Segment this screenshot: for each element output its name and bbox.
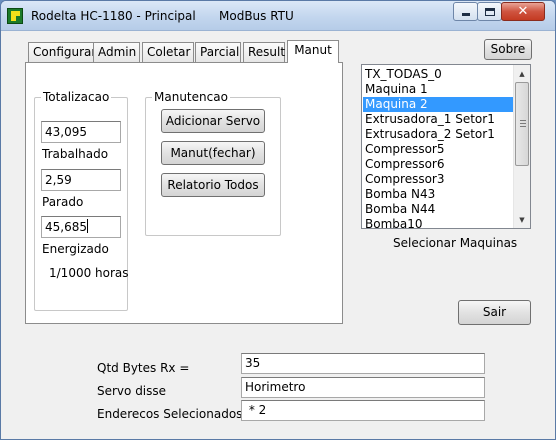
manutencao-group: Manutencao Adicionar Servo Manut(fechar)… bbox=[145, 90, 281, 236]
energizado-field[interactable]: 45,685 bbox=[41, 216, 121, 238]
list-item[interactable]: Compressor5 bbox=[363, 142, 514, 157]
select-machines-caption: Selecionar Maquinas bbox=[393, 236, 518, 250]
list-item[interactable]: Extrusadora_1 Setor1 bbox=[363, 112, 514, 127]
manutencao-legend: Manutencao bbox=[152, 90, 230, 104]
tab-parcial[interactable]: Parcial bbox=[195, 42, 241, 62]
servo-disse-label: Servo disse bbox=[97, 384, 167, 398]
servo-disse-field[interactable]: Horimetro bbox=[241, 377, 485, 398]
machines-listbox[interactable]: TX_TODAS_0 Maquina 1 Maquina 2 Extrusado… bbox=[361, 64, 531, 232]
tab-result[interactable]: Result bbox=[243, 42, 285, 62]
relatorio-todos-button[interactable]: Relatorio Todos bbox=[161, 173, 265, 197]
tab-admin[interactable]: Admin bbox=[93, 42, 140, 62]
minimize-icon bbox=[461, 13, 470, 16]
qtd-bytes-field[interactable]: 35 bbox=[241, 353, 485, 374]
sair-button[interactable]: Sair bbox=[458, 300, 531, 325]
units-note: 1/1000 horas bbox=[49, 266, 129, 280]
list-item[interactable]: Compressor3 bbox=[363, 172, 514, 187]
list-item[interactable]: Maquina 1 bbox=[363, 82, 514, 97]
window-subtitle: ModBus RTU bbox=[219, 9, 294, 23]
scroll-down-arrow-icon[interactable]: ▼ bbox=[514, 211, 530, 228]
minimize-button[interactable] bbox=[453, 2, 478, 21]
list-item[interactable]: TX_TODAS_0 bbox=[363, 67, 514, 82]
list-scrollbar[interactable]: ▲ ▼ bbox=[513, 65, 530, 228]
manut-fechar-button[interactable]: Manut(fechar) bbox=[161, 141, 265, 165]
parado-label: Parado bbox=[42, 195, 84, 209]
totalizacao-group: Totalizacao 43,095 Trabalhado 2,59 Parad… bbox=[34, 90, 129, 311]
adicionar-servo-button[interactable]: Adicionar Servo bbox=[161, 109, 265, 133]
qtd-bytes-label: Qtd Bytes Rx = bbox=[97, 361, 190, 375]
scroll-up-arrow-icon[interactable]: ▲ bbox=[514, 65, 530, 82]
app-icon[interactable] bbox=[7, 8, 23, 24]
machines-list: TX_TODAS_0 Maquina 1 Maquina 2 Extrusado… bbox=[363, 67, 514, 232]
scroll-thumb[interactable] bbox=[515, 82, 529, 166]
energizado-value: 45,685 bbox=[45, 220, 87, 234]
close-icon: ✕ bbox=[517, 4, 529, 19]
enderecos-label: Enderecos Selecionados bbox=[97, 407, 243, 421]
client-area: Configurar Admin Coletar Parcial Result … bbox=[1, 32, 555, 439]
window-title: Rodelta HC-1180 - Principal bbox=[31, 9, 196, 23]
maximize-button[interactable] bbox=[477, 2, 502, 21]
main-window: Rodelta HC-1180 - Principal ModBus RTU ✕… bbox=[0, 0, 556, 440]
trabalhado-label: Trabalhado bbox=[42, 147, 109, 161]
title-bar[interactable]: Rodelta HC-1180 - Principal ModBus RTU ✕ bbox=[1, 1, 555, 31]
maximize-icon bbox=[484, 7, 495, 16]
tab-manut[interactable]: Manut bbox=[287, 40, 339, 63]
parado-field[interactable]: 2,59 bbox=[41, 169, 121, 191]
list-item[interactable]: Compressor6 bbox=[363, 157, 514, 172]
manut-tab-panel: Totalizacao 43,095 Trabalhado 2,59 Parad… bbox=[25, 62, 343, 324]
tab-configurar[interactable]: Configurar bbox=[28, 42, 96, 62]
tab-coletar[interactable]: Coletar bbox=[142, 42, 194, 62]
list-item[interactable]: Maquina 2 bbox=[363, 97, 514, 112]
energizado-label: Energizado bbox=[42, 242, 109, 256]
list-item[interactable]: Extrusadora_2 Setor1 bbox=[363, 127, 514, 142]
list-item[interactable]: Bomba10 bbox=[363, 217, 514, 232]
text-caret bbox=[87, 219, 88, 233]
sobre-button[interactable]: Sobre bbox=[484, 39, 532, 60]
list-item[interactable]: Bomba N44 bbox=[363, 202, 514, 217]
totalizacao-legend: Totalizacao bbox=[41, 90, 112, 104]
enderecos-field[interactable]: * 2 bbox=[241, 400, 485, 421]
trabalhado-field[interactable]: 43,095 bbox=[41, 121, 121, 143]
grip-icon bbox=[520, 120, 526, 128]
close-button[interactable]: ✕ bbox=[501, 2, 545, 21]
list-item[interactable]: Bomba N43 bbox=[363, 187, 514, 202]
